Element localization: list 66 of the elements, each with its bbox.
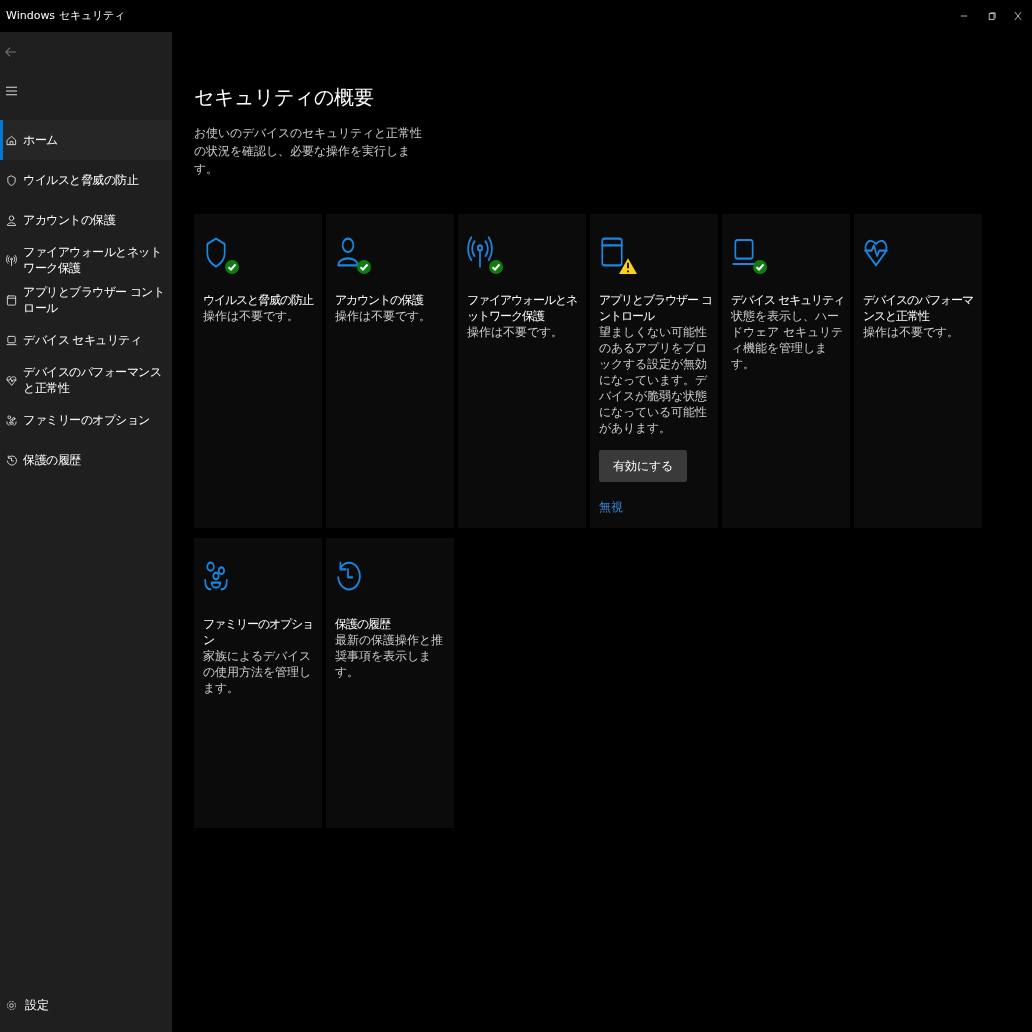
- window-title: Windows セキュリティ: [6, 7, 126, 24]
- menu-icon[interactable]: [6, 86, 17, 96]
- sidebar-item[interactable]: アプリとブラウザー コントロール: [0, 280, 172, 320]
- check-badge-icon: [225, 260, 239, 274]
- settings-icon: [6, 999, 17, 1011]
- browser-window-icon: [599, 236, 625, 268]
- sidebar-item[interactable]: デバイス セキュリティ: [0, 320, 172, 360]
- card-text: 操作は不要です。: [335, 308, 432, 324]
- status-card[interactable]: アカウントの保護 操作は不要です。: [326, 214, 454, 528]
- card-text: 操作は不要です。: [467, 324, 564, 340]
- status-card[interactable]: ファミリーのオプション 家族によるデバイスの使用方法を管理します。: [194, 538, 322, 828]
- browser-window-icon: [6, 294, 17, 306]
- sidebar-item[interactable]: 保護の履歴: [0, 440, 172, 480]
- card-title: デバイスのパフォーマンスと正常性: [863, 292, 974, 324]
- minimize-icon[interactable]: [960, 12, 968, 20]
- card-title: アカウントの保護: [335, 292, 425, 308]
- settings-link[interactable]: 設定: [25, 996, 49, 1014]
- shield-icon: [203, 236, 229, 268]
- family-icon: [6, 414, 17, 426]
- antenna-icon: [6, 254, 17, 266]
- enable-button[interactable]: 有効にする: [599, 450, 687, 482]
- laptop-icon: [731, 236, 757, 268]
- check-badge-icon: [489, 260, 503, 274]
- card-title: アプリとブラウザー コントロール: [599, 292, 713, 324]
- back-arrow-icon[interactable]: [5, 46, 17, 58]
- heart-pulse-icon: [6, 374, 17, 386]
- check-badge-icon: [357, 260, 371, 274]
- sidebar-item[interactable]: ファイアウォールとネットワーク保護: [0, 240, 172, 280]
- card-text: 望ましくない可能性のあるアプリをブロックする設定が無効になっています。デバイスが脆弱な状態になっている可能性があります。: [599, 324, 708, 436]
- shield-icon: [6, 174, 17, 186]
- status-card[interactable]: デバイスのパフォーマンスと正常性 操作は不要です。: [854, 214, 982, 528]
- sidebar-item[interactable]: デバイスのパフォーマンスと正常性: [0, 360, 172, 400]
- history-clock-icon: [6, 454, 17, 466]
- home-icon: [6, 134, 17, 146]
- page-description: お使いのデバイスのセキュリティと正常性の状況を確認し、必要な操作を実行します。: [194, 125, 423, 178]
- family-icon: [203, 560, 229, 592]
- check-badge-icon: [753, 260, 767, 274]
- card-text: 操作は不要です。: [203, 308, 300, 324]
- person-icon: [6, 214, 17, 226]
- card-title: ファイアウォールとネットワーク保護: [467, 292, 578, 324]
- sidebar-item[interactable]: ホーム: [0, 120, 172, 160]
- card-title: 保護の履歴: [335, 616, 392, 632]
- card-text: 操作は不要です。: [863, 324, 960, 340]
- status-card[interactable]: ウイルスと脅威の防止 操作は不要です。: [194, 214, 322, 528]
- laptop-icon: [6, 334, 17, 346]
- status-card[interactable]: アプリとブラウザー コントロール 望ましくない可能性のあるアプリをブロックする設定が無効になっています。デバイスが脆弱な状態になっている可能性があります。 有効にする 無視: [590, 214, 718, 528]
- sidebar-item[interactable]: ウイルスと脅威の防止: [0, 160, 172, 200]
- history-clock-icon: [335, 560, 361, 592]
- person-icon: [335, 236, 361, 268]
- close-icon[interactable]: [1014, 11, 1022, 21]
- page-title: セキュリティの概要: [194, 84, 375, 110]
- card-text: 最新の保護操作と推奨事項を表示します。: [335, 632, 444, 680]
- sidebar-item[interactable]: アカウントの保護: [0, 200, 172, 240]
- ignore-link[interactable]: 無視: [599, 498, 623, 516]
- status-card[interactable]: デバイス セキュリティ 状態を表示し、ハードウェア セキュリティ機能を管理します。: [722, 214, 850, 528]
- warning-badge-icon: [619, 258, 637, 274]
- card-title: ファミリーのオプション: [203, 616, 314, 648]
- antenna-icon: [467, 236, 493, 268]
- restore-icon[interactable]: [988, 11, 996, 21]
- sidebar-item[interactable]: ファミリーのオプション: [0, 400, 172, 440]
- card-text: 家族によるデバイスの使用方法を管理します。: [203, 648, 312, 696]
- card-title: ウイルスと脅威の防止: [203, 292, 315, 308]
- card-title: デバイス セキュリティ: [731, 292, 845, 308]
- card-text: 状態を表示し、ハードウェア セキュリティ機能を管理します。: [731, 308, 844, 372]
- status-card[interactable]: 保護の履歴 最新の保護操作と推奨事項を表示します。: [326, 538, 454, 828]
- status-card[interactable]: ファイアウォールとネットワーク保護 操作は不要です。: [458, 214, 586, 528]
